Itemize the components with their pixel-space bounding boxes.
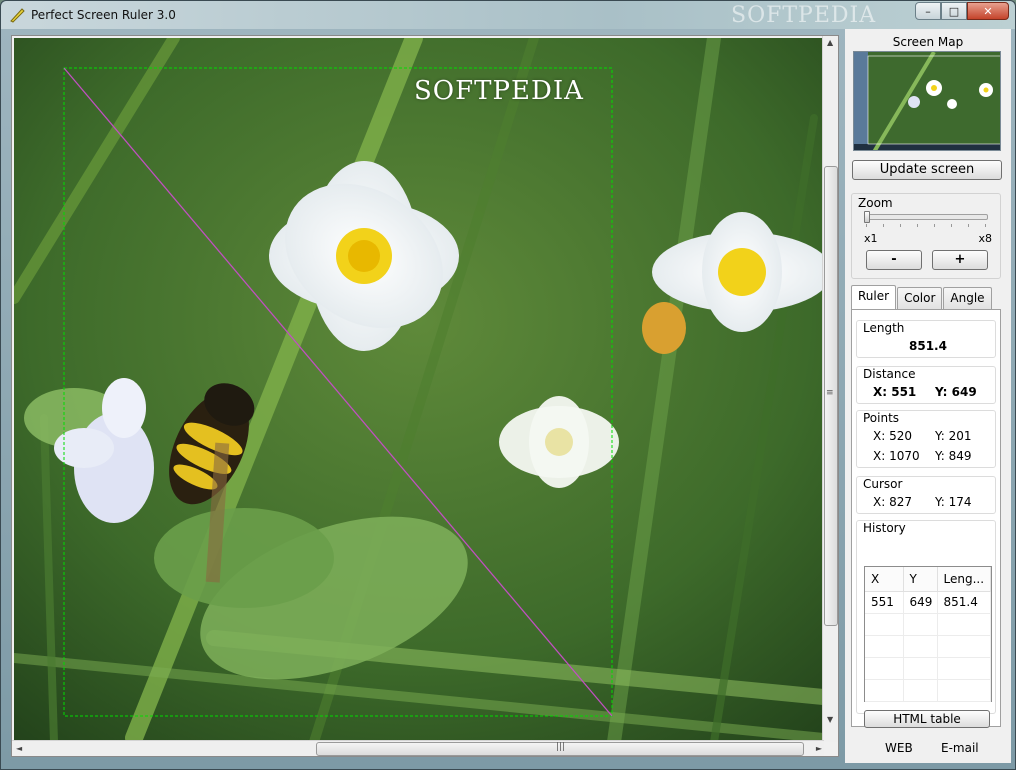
update-screen-button[interactable]: Update screen [852,160,1002,180]
canvas-watermark: SOFTPEDIA [414,76,584,106]
zoom-in-button[interactable]: + [932,250,988,270]
ruler-overlay [63,67,613,717]
point1-x: X: 520 [873,429,912,443]
zoom-label: Zoom [858,196,893,210]
scroll-down-icon[interactable]: ▼ [827,715,833,724]
cursor-box: Cursor X: 827 Y: 174 [856,476,996,514]
control-panel: Screen Map Update screen Zoom x1 x8 - + … [845,29,1011,763]
history-row[interactable]: 551 649 851.4 [865,591,991,614]
screen-map-preview [854,52,1000,150]
history-label: History [863,521,906,535]
scroll-right-icon[interactable]: ► [816,744,822,753]
scroll-left-icon[interactable]: ◄ [16,744,22,753]
vertical-scrollbar[interactable]: ▲ ≡ ▼ [822,36,838,742]
cursor-label: Cursor [863,477,903,491]
measure-line [63,67,613,717]
zoom-ticks [866,224,988,227]
length-box: Length 851.4 [856,320,996,358]
ruler-app-icon [10,8,25,23]
scroll-grip-h-icon: ||| [556,742,566,752]
scroll-up-icon[interactable]: ▲ [827,38,833,47]
zoom-min-label: x1 [864,232,878,245]
screenshot-view[interactable]: SOFTPEDIA [14,38,824,742]
ruler-canvas[interactable]: SOFTPEDIA ▲ ≡ ▼ ◄ ||| ► [11,35,839,757]
history-col-y[interactable]: Y [903,567,938,592]
point2-y: Y: 849 [935,449,972,463]
app-window: Perfect Screen Ruler 3.0 SOFTPEDIA – □ ✕ [0,0,1016,770]
screen-map-thumbnail[interactable] [853,51,1001,151]
window-title: Perfect Screen Ruler 3.0 [31,8,176,22]
screen-map-label: Screen Map [892,35,964,49]
cursor-x: X: 827 [873,495,912,509]
web-link[interactable]: WEB [885,741,913,755]
zoom-group: Zoom x1 x8 - + [851,193,1001,279]
history-col-length[interactable]: Leng... [937,567,991,592]
zoom-out-button[interactable]: - [866,250,922,270]
zoom-slider-thumb[interactable] [864,211,870,223]
html-table-button[interactable]: HTML table [864,710,990,728]
close-button[interactable]: ✕ [967,2,1009,20]
points-box: Points X: 520 Y: 201 X: 1070 Y: 849 [856,410,996,468]
points-label: Points [863,411,900,425]
horizontal-scrollbar[interactable]: ◄ ||| ► [12,740,824,756]
distance-y-value: Y: 649 [935,385,977,399]
history-cell-y: 649 [903,591,938,614]
tab-ruler[interactable]: Ruler [851,285,897,309]
minimize-button[interactable]: – [915,2,941,20]
tab-angle[interactable]: Angle [943,287,992,309]
point1-y: Y: 201 [935,429,972,443]
distance-box: Distance X: 551 Y: 649 [856,366,996,404]
distance-label: Distance [863,367,916,381]
scroll-grip-icon: ≡ [826,388,834,398]
point2-x: X: 1070 [873,449,920,463]
titlebar-watermark: SOFTPEDIA [731,3,877,28]
history-header-row: X Y Leng... [865,567,991,592]
length-value: 851.4 [909,339,947,353]
title-bar[interactable]: Perfect Screen Ruler 3.0 SOFTPEDIA – □ ✕ [1,1,1015,29]
history-cell-length: 851.4 [937,591,991,614]
zoom-slider-track[interactable] [866,214,988,220]
distance-x-value: X: 551 [873,385,917,399]
cursor-y: Y: 174 [935,495,972,509]
maximize-button[interactable]: □ [941,2,967,20]
ruler-tab-panel: Length 851.4 Distance X: 551 Y: 649 Poin… [851,309,1001,728]
history-cell-x: 551 [865,591,904,614]
tab-strip: Ruler Color Angle [851,285,993,309]
email-link[interactable]: E-mail [941,741,979,755]
length-label: Length [863,321,905,335]
history-col-x[interactable]: X [865,567,904,592]
tab-color[interactable]: Color [897,287,943,309]
history-table[interactable]: X Y Leng... 551 649 851.4 [864,566,992,702]
zoom-max-label: x8 [978,232,992,245]
